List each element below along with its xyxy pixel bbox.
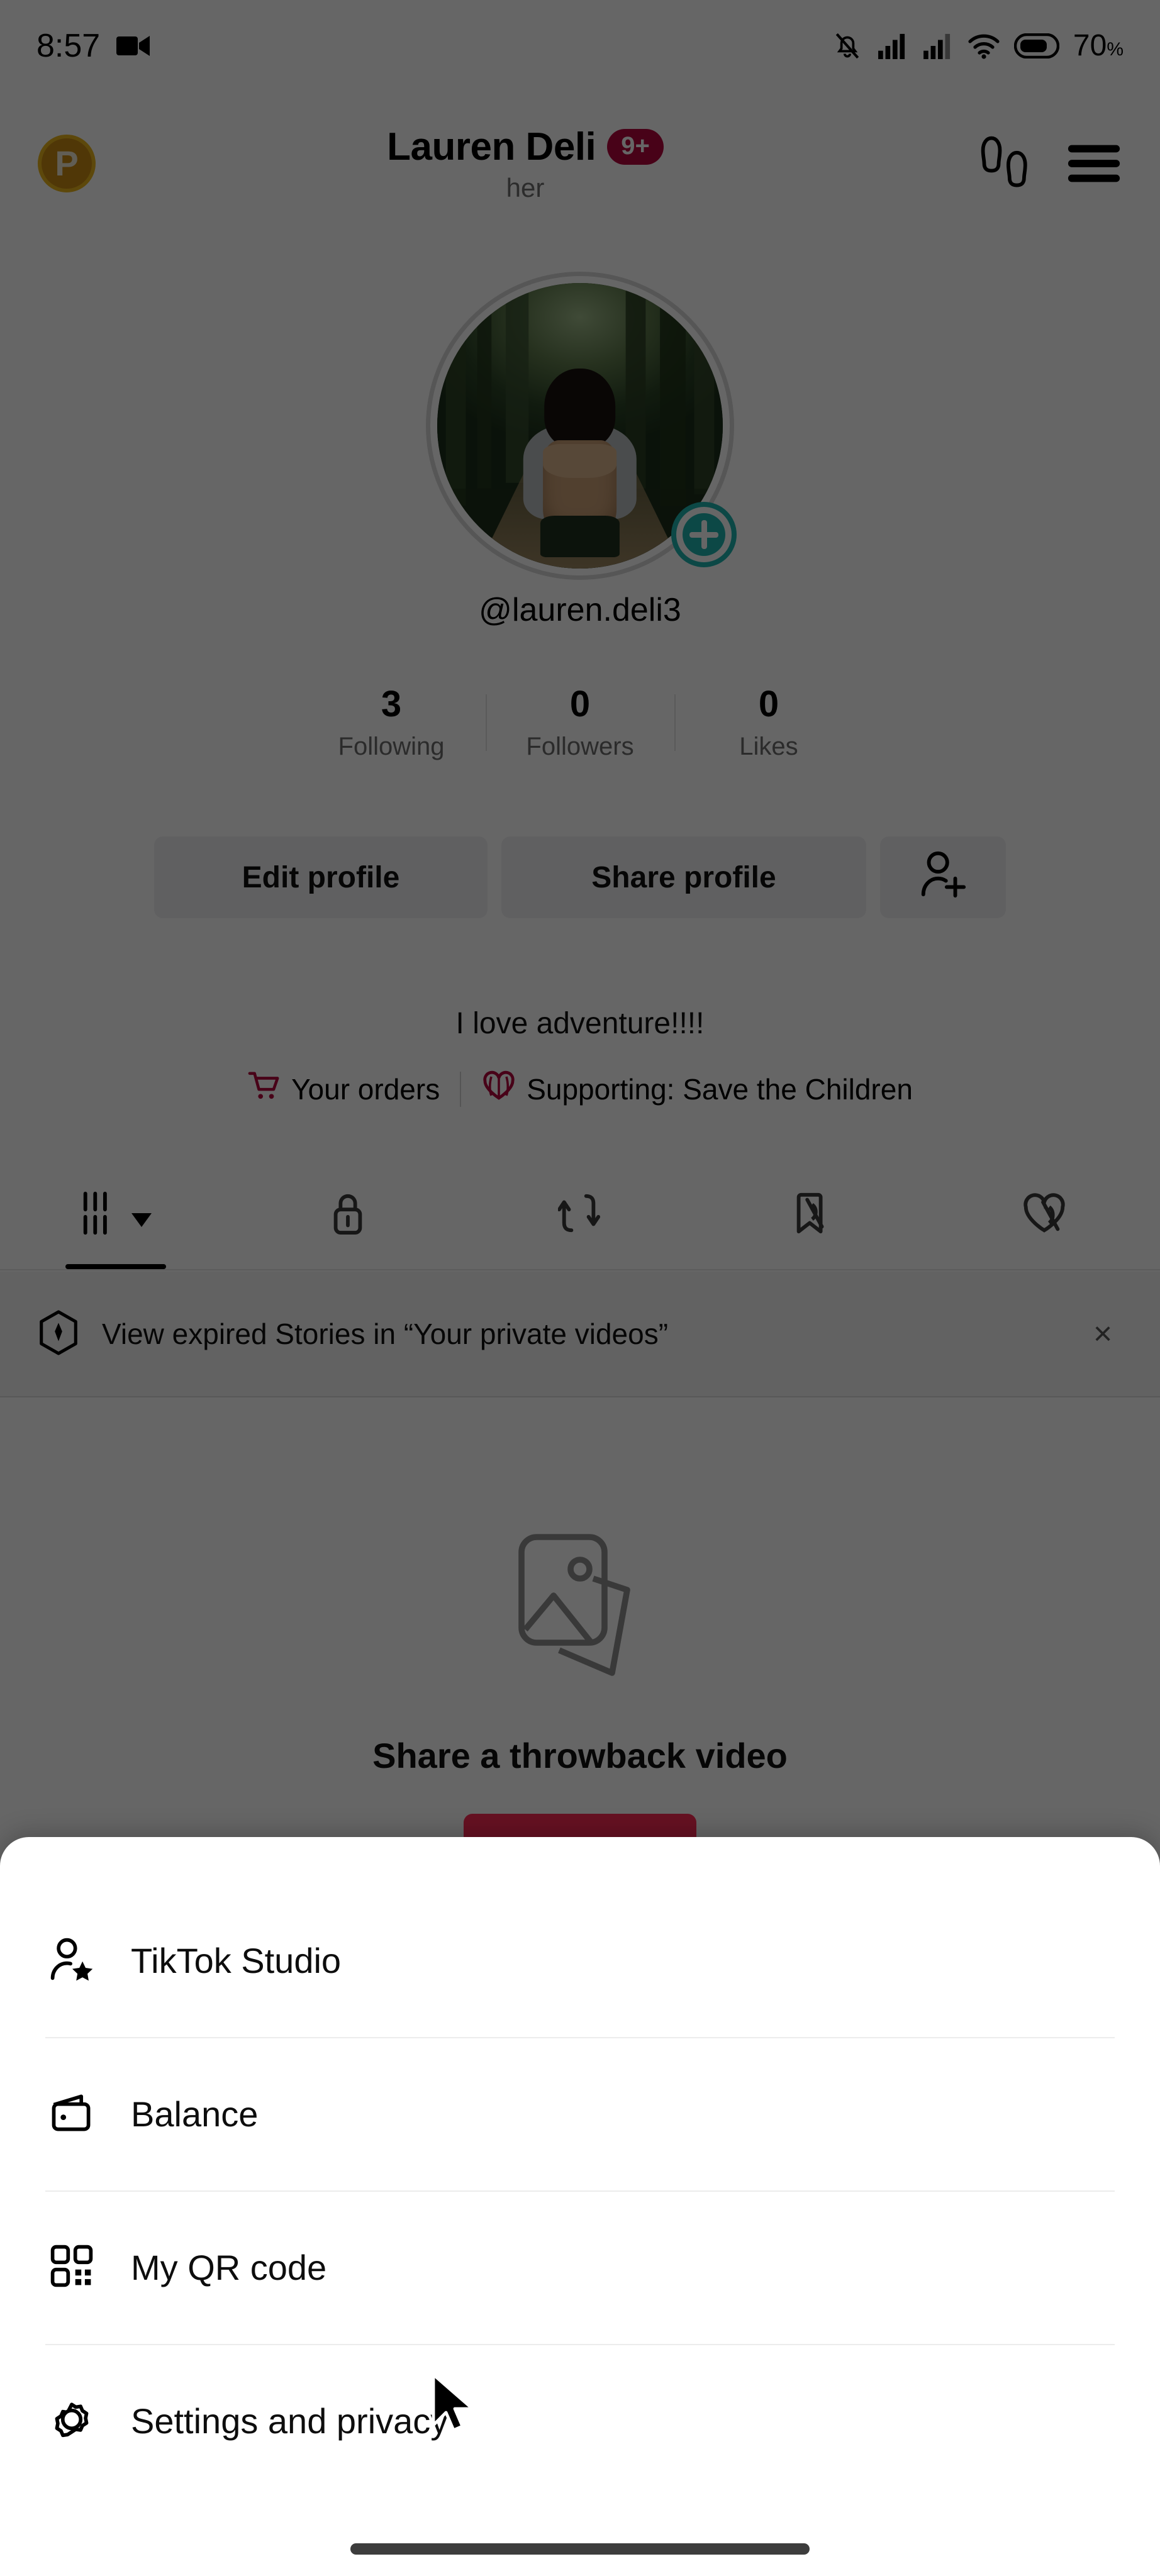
shopping-cart-icon — [247, 1070, 281, 1108]
header-title-block: Lauren Deli 9+ her — [70, 125, 980, 203]
stats-row: 3 Following 0 Followers 0 Likes — [0, 684, 1160, 761]
tab-favorites[interactable] — [696, 1157, 928, 1269]
tab-posts[interactable] — [0, 1157, 232, 1269]
supporting-label: Supporting: Save the Children — [527, 1072, 913, 1106]
tab-reposts[interactable] — [464, 1157, 696, 1269]
links-divider — [460, 1071, 462, 1107]
home-indicator — [350, 2543, 810, 2555]
your-orders-label: Your orders — [291, 1072, 440, 1106]
menu-item-settings-and-privacy[interactable]: Settings and privacy — [0, 2344, 1160, 2497]
heart-slash-icon — [1023, 1193, 1065, 1233]
status-bar: 8:57 70% — [0, 0, 1160, 91]
stat-label: Likes — [739, 732, 798, 760]
video-camera-icon — [116, 35, 150, 56]
menu-item-my-qr-code[interactable]: My QR code — [0, 2190, 1160, 2344]
qr-code-icon — [48, 2242, 96, 2293]
stat-label: Followers — [526, 732, 634, 760]
expired-stories-banner[interactable]: View expired Stories in “Your private vi… — [0, 1272, 1160, 1397]
plus-circle-icon — [35, 1309, 82, 1359]
grid-posts-icon — [84, 1191, 108, 1235]
stat-value: 0 — [758, 684, 779, 724]
charity-heart-icon — [481, 1069, 516, 1109]
tab-liked[interactable] — [928, 1157, 1160, 1269]
photos-stack-icon — [495, 1522, 665, 1695]
stat-label: Following — [338, 732, 445, 760]
stat-value: 0 — [569, 684, 591, 724]
display-name: Lauren Deli — [387, 125, 596, 169]
empty-state: Share a throwback video — [0, 1522, 1160, 1883]
menu-item-tiktok-studio[interactable]: TikTok Studio — [0, 1884, 1160, 2037]
close-icon[interactable]: × — [1081, 1315, 1125, 1353]
battery-percent-value: 70 — [1073, 29, 1107, 62]
your-orders-link[interactable]: Your orders — [247, 1070, 440, 1108]
signal-bars-icon — [878, 33, 905, 59]
status-time: 8:57 — [36, 27, 101, 64]
battery-percent-suffix: % — [1107, 39, 1124, 60]
person-star-icon — [48, 1935, 96, 1986]
bell-silent-icon — [835, 33, 859, 58]
profile-links-row: Your orders Supporting: Save the Childre… — [0, 1069, 1160, 1109]
empty-state-title: Share a throwback video — [372, 1736, 788, 1775]
bio-text: I love adventure!!!! — [455, 1007, 705, 1040]
stat-likes[interactable]: 0 Likes — [674, 684, 863, 761]
add-person-icon — [917, 848, 969, 907]
phone-screen: 8:57 70% P Lauren Deli 9+ her @lauren.de… — [0, 0, 1160, 2576]
sheet-menu-list: TikTok Studio Balance My QR code Setting… — [0, 1884, 1160, 2497]
content-tabs — [0, 1157, 1160, 1270]
notification-count-badge: 9+ — [607, 128, 664, 165]
bottom-sheet-menu: TikTok Studio Balance My QR code Setting… — [0, 1837, 1160, 2576]
signal-bars-2-icon — [923, 33, 951, 59]
lock-icon — [333, 1194, 362, 1235]
avatar[interactable] — [426, 272, 737, 580]
share-profile-button[interactable]: Share profile — [501, 836, 866, 918]
chevron-down-icon — [131, 1213, 152, 1227]
mouse-cursor — [430, 2372, 477, 2445]
battery-percent: 70% — [1073, 28, 1124, 63]
supporting-link[interactable]: Supporting: Save the Children — [481, 1069, 913, 1109]
display-name-row[interactable]: Lauren Deli 9+ — [387, 125, 664, 169]
status-bar-left: 8:57 — [36, 27, 150, 65]
profile-handle: @lauren.deli3 — [479, 592, 681, 628]
battery-icon — [1013, 33, 1059, 58]
stat-following[interactable]: 3 Following — [297, 684, 486, 761]
wifi-icon — [968, 34, 1000, 59]
banner-text: View expired Stories in “Your private vi… — [102, 1318, 669, 1350]
stat-followers[interactable]: 0 Followers — [486, 684, 674, 761]
edit-profile-button[interactable]: Edit profile — [154, 836, 488, 918]
tab-private[interactable] — [232, 1157, 464, 1269]
profile-actions: Edit profile Share profile — [0, 836, 1160, 918]
status-bar-right: 70% — [832, 28, 1124, 63]
add-story-button[interactable] — [671, 502, 737, 567]
hamburger-menu-icon[interactable] — [1066, 142, 1122, 185]
menu-item-label: TikTok Studio — [131, 1940, 342, 1980]
bookmark-slash-icon — [796, 1192, 824, 1234]
menu-item-balance[interactable]: Balance — [0, 2037, 1160, 2190]
pronouns: her — [506, 172, 545, 203]
menu-item-label: Settings and privacy — [131, 2401, 449, 2441]
profile-header: P Lauren Deli 9+ her — [0, 125, 1160, 203]
gear-icon — [48, 2396, 96, 2446]
menu-item-label: Balance — [131, 2094, 259, 2134]
footprints-icon[interactable] — [980, 133, 1034, 194]
header-actions — [980, 133, 1122, 194]
menu-item-label: My QR code — [131, 2247, 327, 2287]
add-friends-button[interactable] — [880, 836, 1006, 918]
stat-value: 3 — [381, 684, 402, 724]
wallet-icon — [48, 2089, 96, 2140]
repost-arrows-icon — [557, 1194, 601, 1233]
